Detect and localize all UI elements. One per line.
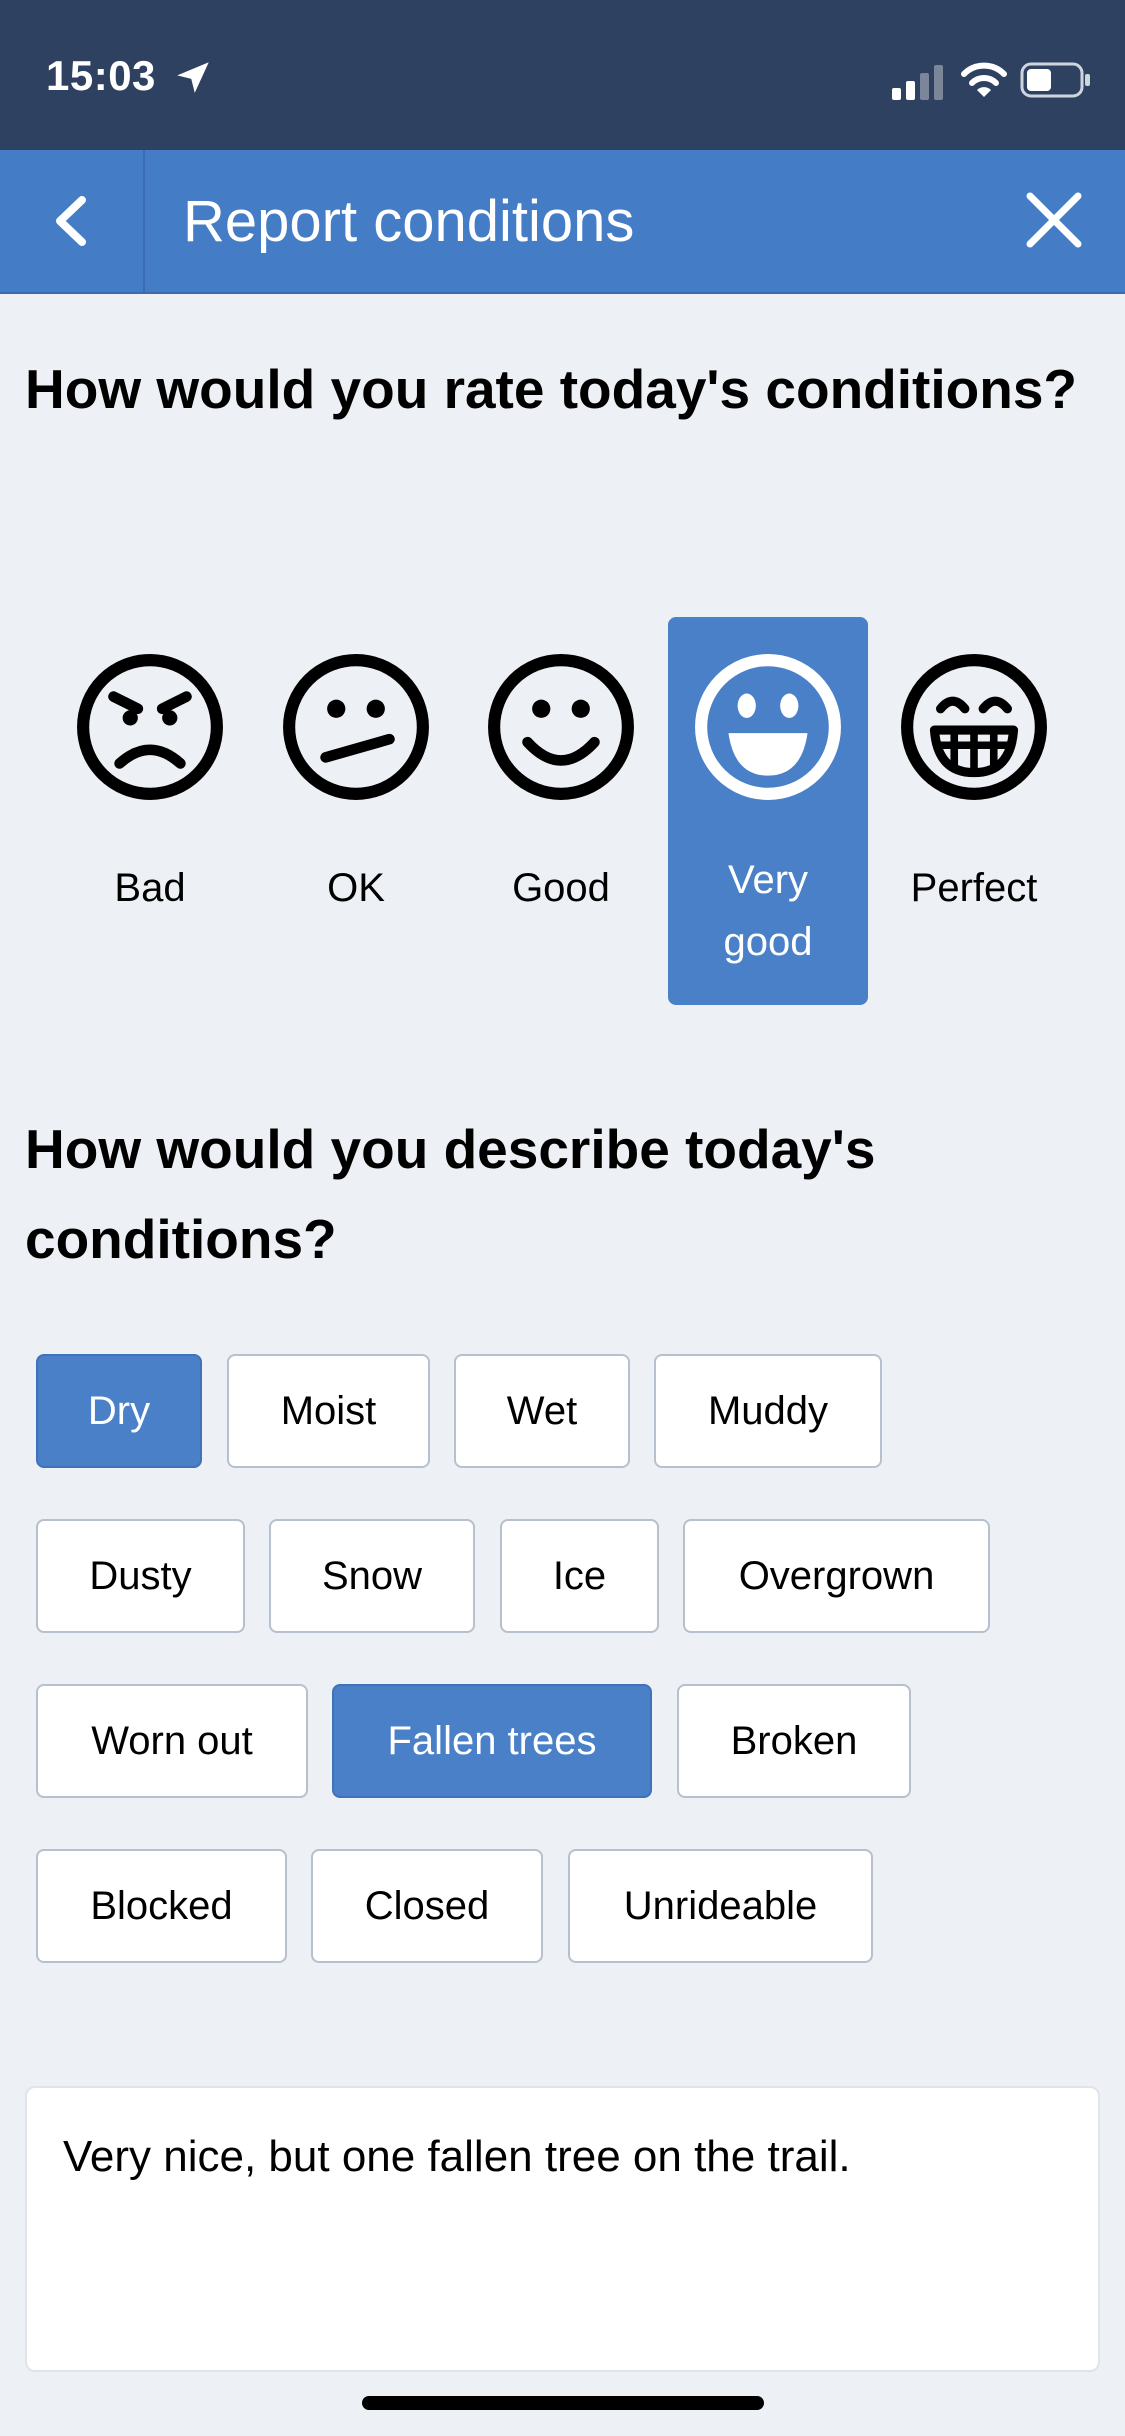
back-button[interactable] — [0, 150, 143, 292]
chip-dry[interactable]: Dry — [36, 1354, 202, 1468]
nav-bar: Report conditions — [0, 150, 1125, 294]
close-icon — [1026, 192, 1082, 248]
chip-closed[interactable]: Closed — [311, 1849, 543, 1963]
angry-face-icon — [77, 654, 223, 800]
rating-option-bad[interactable]: Bad — [50, 617, 250, 1005]
cellular-signal-icon — [892, 65, 943, 100]
rating-option-perfect[interactable]: Perfect — [874, 617, 1074, 1005]
neutral-face-icon — [283, 654, 429, 800]
rating-selector: Bad OK Good Very good Perfect — [48, 617, 1068, 1005]
chip-overgrown[interactable]: Overgrown — [683, 1519, 990, 1633]
wifi-icon — [961, 62, 1007, 97]
chip-wet[interactable]: Wet — [454, 1354, 630, 1468]
chip-worn-out[interactable]: Worn out — [36, 1684, 308, 1798]
chip-moist[interactable]: Moist — [227, 1354, 430, 1468]
home-indicator — [362, 2396, 764, 2410]
rating-label: Good — [512, 866, 610, 910]
rating-label: Perfect — [910, 866, 1038, 910]
rating-option-good[interactable]: Good — [461, 617, 661, 1005]
rating-option-very-good[interactable]: Very good — [668, 617, 868, 1005]
chip-broken[interactable]: Broken — [677, 1684, 911, 1798]
chip-blocked[interactable]: Blocked — [36, 1849, 287, 1963]
rating-label: Bad — [114, 866, 186, 910]
chip-fallen-trees[interactable]: Fallen trees — [332, 1684, 652, 1798]
location-arrow-icon — [177, 62, 209, 93]
nav-divider — [143, 150, 145, 292]
rating-question: How would you rate today's conditions? — [25, 358, 1078, 420]
chip-dusty[interactable]: Dusty — [36, 1519, 245, 1633]
battery-icon — [1020, 62, 1090, 98]
rating-label: Very good — [723, 858, 813, 964]
smile-face-icon — [488, 654, 634, 800]
page-title: Report conditions — [183, 189, 635, 254]
big-smile-face-icon — [695, 654, 841, 800]
comment-textarea[interactable]: Very nice, but one fallen tree on the tr… — [25, 2086, 1100, 2372]
chip-unrideable[interactable]: Unrideable — [568, 1849, 873, 1963]
status-bar: 15:03 — [0, 0, 1125, 150]
chip-snow[interactable]: Snow — [269, 1519, 475, 1633]
grin-face-icon — [901, 654, 1047, 800]
chip-muddy[interactable]: Muddy — [654, 1354, 882, 1468]
chevron-left-icon — [56, 196, 86, 246]
describe-question: How would you describe today's condition… — [25, 1118, 876, 1270]
close-button[interactable] — [1000, 150, 1125, 292]
chip-ice[interactable]: Ice — [500, 1519, 659, 1633]
status-time: 15:03 — [46, 52, 156, 99]
rating-label: OK — [327, 866, 385, 910]
rating-option-ok[interactable]: OK — [256, 617, 456, 1005]
